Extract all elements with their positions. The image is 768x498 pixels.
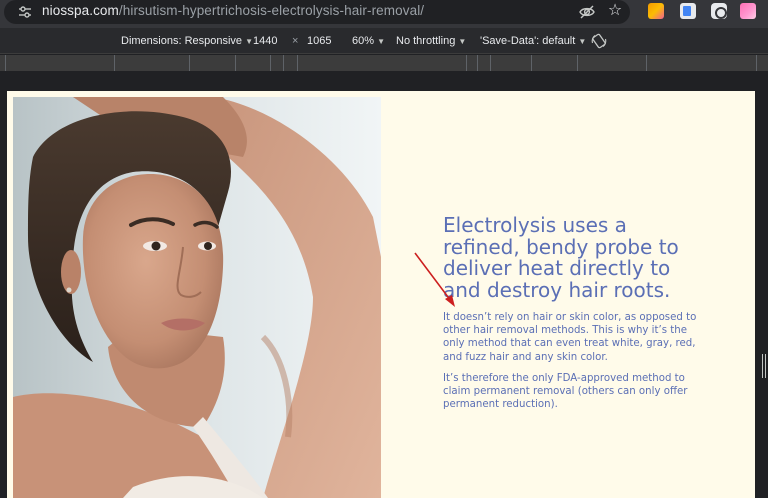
media-query-bar[interactable] <box>0 55 768 71</box>
device-toolbar: Dimensions: Responsive ▼ 1440 × 1065 60%… <box>0 28 768 54</box>
emulated-page: Electrolysis uses a refined, bendy probe… <box>7 91 755 498</box>
url-path: /hirsutism-hypertrichosis-electrolysis-h… <box>118 3 425 18</box>
hero-photo-woman <box>13 97 381 498</box>
browser-top-bar: niosspa.com/hirsutism-hypertrichosis-ele… <box>0 0 768 28</box>
width-input[interactable]: 1440 <box>253 35 277 47</box>
tune-icon[interactable] <box>17 4 33 20</box>
viewport-gutter <box>0 71 768 91</box>
ruler-tick <box>235 55 236 71</box>
section-headline: Electrolysis uses a refined, bendy probe… <box>443 213 679 302</box>
ruler-tick <box>577 55 578 71</box>
times-sign: × <box>292 35 299 47</box>
url-text[interactable]: niosspa.com/hirsutism-hypertrichosis-ele… <box>42 3 424 18</box>
chevron-down-icon: ▼ <box>245 37 254 46</box>
extension-icon-1[interactable] <box>648 3 664 19</box>
rotate-icon[interactable] <box>590 32 608 50</box>
ruler-tick <box>490 55 491 71</box>
ruler-tick <box>646 55 647 71</box>
ruler-tick <box>531 55 532 71</box>
chevron-down-icon: ▼ <box>377 37 386 46</box>
ruler-tick <box>114 55 115 71</box>
eye-off-icon[interactable] <box>578 3 596 21</box>
bookmark-star-icon[interactable]: ☆ <box>606 2 624 20</box>
ruler-tick <box>270 55 271 71</box>
url-host: niosspa.com <box>42 3 119 18</box>
ruler-tick <box>466 55 467 71</box>
ruler-tick <box>756 55 757 71</box>
height-input[interactable]: 1065 <box>307 35 331 47</box>
extension-icon-3[interactable] <box>711 3 727 19</box>
save-data-label: 'Save-Data': default <box>480 35 576 47</box>
dimensions-label: Dimensions: Responsive <box>121 35 243 47</box>
annotation-arrow-icon <box>414 252 455 307</box>
zoom-label: 60% <box>352 35 375 47</box>
ruler-tick <box>477 55 478 71</box>
body-paragraph-2: It’s therefore the only FDA-approved met… <box>443 373 688 411</box>
chevron-down-icon: ▼ <box>578 37 587 46</box>
dimensions-dropdown[interactable]: Dimensions: Responsive ▼ <box>121 35 253 47</box>
extension-icon-4[interactable] <box>740 3 756 19</box>
extension-icon-2[interactable] <box>680 3 696 19</box>
resize-handle[interactable] <box>761 354 767 378</box>
zoom-dropdown[interactable]: 60% ▼ <box>352 35 385 47</box>
throttling-label: No throttling <box>396 35 456 47</box>
ruler-tick <box>5 55 6 71</box>
body-paragraph-1: It doesn’t rely on hair or skin color, a… <box>443 312 697 363</box>
address-bar[interactable]: niosspa.com/hirsutism-hypertrichosis-ele… <box>4 0 630 24</box>
chevron-down-icon: ▼ <box>458 37 467 46</box>
ruler-tick <box>189 55 190 71</box>
save-data-dropdown[interactable]: 'Save-Data': default ▼ <box>480 35 586 47</box>
ruler-tick <box>297 55 298 71</box>
throttling-dropdown[interactable]: No throttling ▼ <box>396 35 466 47</box>
ruler-tick <box>283 55 284 71</box>
